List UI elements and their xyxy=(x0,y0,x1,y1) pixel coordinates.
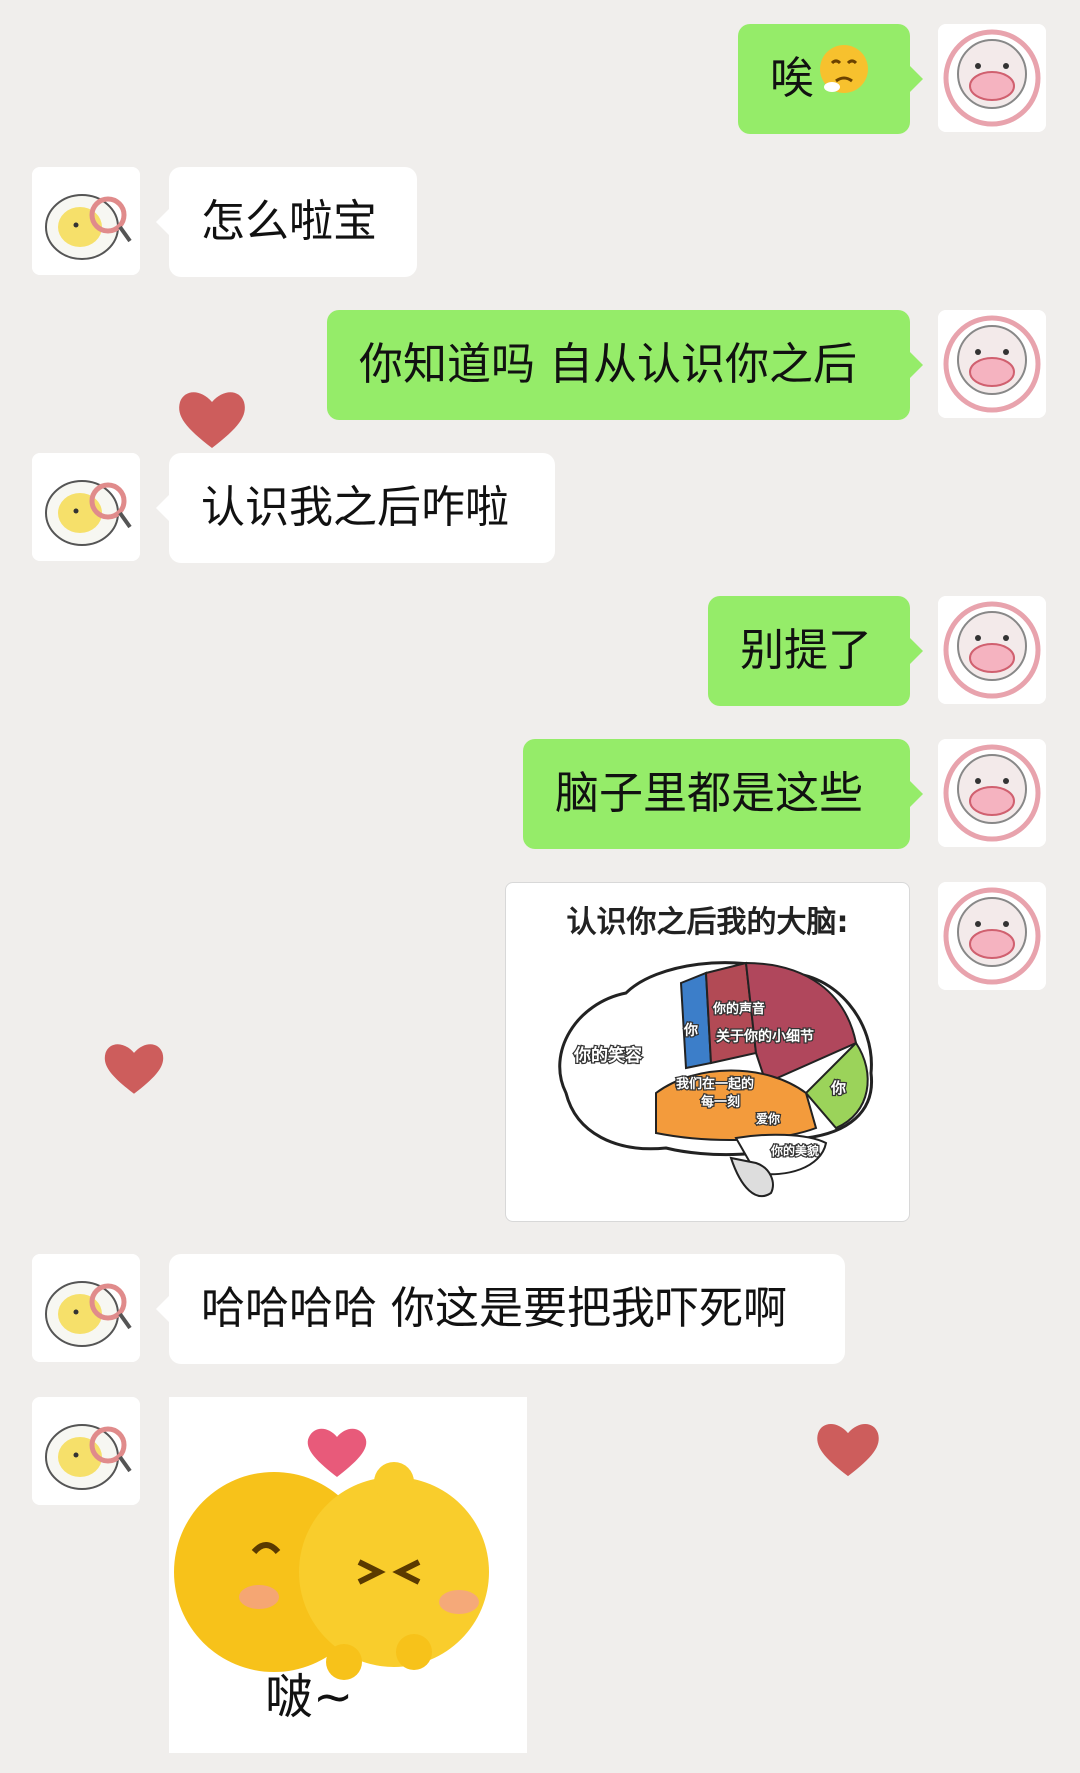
brain-region-label: 你 xyxy=(830,1079,846,1097)
heart-icon xyxy=(104,1044,164,1094)
message-text: 唉 xyxy=(770,53,814,104)
heart-icon xyxy=(179,392,245,448)
message-text: 哈哈哈哈 你这是要把我吓死啊 xyxy=(201,1283,787,1334)
message-bubble-received[interactable]: 哈哈哈哈 你这是要把我吓死啊 xyxy=(156,1254,845,1364)
contact-avatar[interactable] xyxy=(32,1397,140,1505)
brain-diagram: 你的笑容 你 你的声音 关于你的小细节 我们在一起的 每一刻 你 爱你 你的美貌 xyxy=(558,961,874,1198)
message-bubble-received[interactable]: 认识我之后咋啦 xyxy=(156,453,555,563)
my-avatar[interactable] xyxy=(938,739,1046,847)
message-text: 认识我之后咋啦 xyxy=(201,482,509,533)
sticker-caption: 啵~ xyxy=(265,1669,354,1725)
brain-region-label: 你的美貌 xyxy=(770,1143,819,1158)
contact-avatar[interactable] xyxy=(32,167,140,275)
message-text: 别提了 xyxy=(740,625,872,676)
brain-region-label: 关于你的小细节 xyxy=(716,1028,814,1045)
brain-region-label: 你的笑容 xyxy=(573,1045,642,1066)
my-avatar[interactable] xyxy=(938,882,1046,990)
brain-region-label: 每一刻 xyxy=(701,1094,740,1110)
sad-face-emoji-icon xyxy=(818,26,870,136)
brain-region-label: 爱你 xyxy=(756,1111,780,1126)
message-bubble-sent[interactable]: 脑子里都是这些 xyxy=(523,739,923,849)
message-bubble-sent[interactable]: 你知道吗 自从认识你之后 xyxy=(327,310,923,420)
my-avatar[interactable] xyxy=(938,24,1046,132)
heart-icon xyxy=(817,1423,879,1477)
sticker-message[interactable]: 啵~ xyxy=(169,1397,527,1753)
message-text: 你知道吗 自从认识你之后 xyxy=(359,339,857,390)
contact-avatar[interactable] xyxy=(32,453,140,561)
contact-avatar[interactable] xyxy=(32,1254,140,1362)
message-text: 脑子里都是这些 xyxy=(555,768,863,819)
my-avatar[interactable] xyxy=(938,310,1046,418)
brain-region-label: 你 xyxy=(683,1022,698,1039)
message-text: 怎么啦宝 xyxy=(201,196,377,247)
brain-region-label: 我们在一起的 xyxy=(676,1076,754,1092)
image-message-brain-meme[interactable]: 认识你之后我的大脑: 你的笑容 你 你的声音 关于你的小细节 我们在一起的 每一… xyxy=(505,882,910,1222)
brain-region-label: 你的声音 xyxy=(712,1001,765,1017)
my-avatar[interactable] xyxy=(938,596,1046,704)
message-bubble-sent[interactable]: 别提了 xyxy=(708,596,923,706)
message-bubble-received[interactable]: 怎么啦宝 xyxy=(156,167,417,277)
message-bubble-sent[interactable]: 唉 xyxy=(738,24,923,136)
image-title: 认识你之后我的大脑: xyxy=(566,905,849,940)
